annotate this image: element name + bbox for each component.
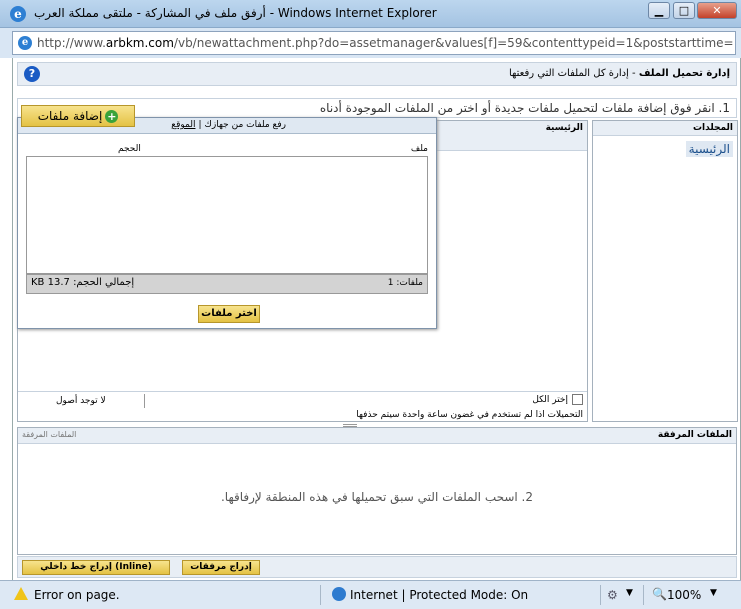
cleanup-note: التحميلات اذا لم تستخدم في غضون ساعة واح…	[356, 410, 583, 420]
column-header-file: ملف	[410, 144, 428, 154]
assets-title: الرئيسية	[545, 123, 583, 133]
assets-footer: إختر الكل لا توجد أصول التحميلات اذا لم …	[18, 391, 587, 421]
tab-separator: |	[198, 120, 202, 130]
status-divider	[320, 585, 321, 605]
select-all[interactable]: إختر الكل	[532, 394, 583, 405]
close-button[interactable]: ✕	[697, 2, 737, 19]
upload-dialog: رفع ملفات من جهازك|الموقع ملف الحجم ملفا…	[17, 117, 437, 329]
instruction-step-2: 2. اسحب الملفات التي سبق تحميلها في هذه …	[220, 490, 534, 504]
chevron-down-icon[interactable]: ▼	[626, 588, 633, 598]
protected-mode-icon[interactable]: ⚙	[607, 588, 618, 602]
add-files-button[interactable]: +إضافة ملفات	[21, 105, 135, 127]
zoom-level[interactable]: 100%	[667, 588, 701, 602]
ie-logo-icon: e	[10, 6, 26, 22]
page-content: ? إدارة تحميل الملف - إدارة كل الملفات ا…	[12, 58, 741, 580]
insert-toolbar: إدراج خط داخلي (Inline) إدراج مرفقات	[17, 556, 737, 578]
folder-root[interactable]: الرئيسية	[685, 141, 733, 157]
upload-file-list[interactable]	[26, 156, 428, 274]
attachments-header	[18, 428, 736, 444]
plus-icon: +	[105, 110, 119, 123]
window-title: أرفق ملف في المشاركة - ملتقى مملكة العرب…	[34, 6, 437, 20]
select-all-label: إختر الكل	[532, 395, 568, 405]
address-bar: e http://www.arbkm.com/vb/newattachment.…	[0, 28, 741, 58]
warning-icon[interactable]	[14, 587, 28, 600]
chevron-down-icon[interactable]: ▼	[710, 588, 717, 598]
folders-pane: المجلدات الرئيسية	[592, 120, 738, 422]
zoom-icon[interactable]: 🔍	[652, 587, 667, 601]
total-size: إجمالي الحجم: 13.7 KB	[31, 277, 135, 288]
tab-computer[interactable]: رفع ملفات من جهازك	[205, 120, 286, 130]
url-field[interactable]: e http://www.arbkm.com/vb/newattachment.…	[12, 31, 736, 55]
divider	[144, 394, 145, 408]
attachments-title: الملفات المرفقة	[657, 430, 732, 440]
manager-title: إدارة تحميل الملف - إدارة كل الملفات الت…	[508, 68, 730, 79]
window-title-bar: e أرفق ملف في المشاركة - ملتقى مملكة الع…	[0, 0, 741, 28]
attachments-pane: الملفات المرفقة الملفات المرفقة 2. اسحب …	[17, 427, 737, 555]
folders-header: المجلدات	[593, 121, 737, 136]
error-text[interactable]: Error on page.	[34, 588, 120, 602]
page-icon: e	[18, 36, 32, 50]
insert-inline-button[interactable]: إدراج خط داخلي (Inline)	[22, 560, 170, 575]
tab-url[interactable]: الموقع	[171, 120, 195, 130]
minimize-button[interactable]: ▁	[648, 2, 670, 19]
attachments-title-faded: الملفات المرفقة	[22, 430, 77, 439]
upload-tabs: رفع ملفات من جهازك|الموقع	[171, 120, 286, 130]
manager-header: ? إدارة تحميل الملف - إدارة كل الملفات ا…	[17, 62, 737, 86]
maximize-button[interactable]: □	[673, 2, 695, 19]
status-divider	[643, 585, 644, 605]
files-count: ملفات: 1	[387, 278, 423, 288]
add-files-label: إضافة ملفات	[37, 109, 103, 123]
status-divider	[600, 585, 601, 605]
choose-files-button[interactable]: اختر ملفات	[198, 305, 260, 323]
status-bar: Error on page. Internet | Protected Mode…	[0, 580, 741, 609]
globe-icon	[332, 587, 346, 601]
column-header-size: الحجم	[118, 144, 141, 154]
no-assets-text: لا توجد أصول	[56, 396, 106, 406]
security-zone[interactable]: Internet | Protected Mode: On	[350, 588, 528, 602]
select-all-checkbox[interactable]	[572, 394, 583, 405]
upload-summary: ملفات: 1 إجمالي الحجم: 13.7 KB	[26, 274, 428, 294]
url-text[interactable]: http://www.arbkm.com/vb/newattachment.ph…	[37, 36, 733, 50]
help-icon[interactable]: ?	[24, 66, 40, 82]
insert-attachments-button[interactable]: إدراج مرفقات	[182, 560, 260, 575]
